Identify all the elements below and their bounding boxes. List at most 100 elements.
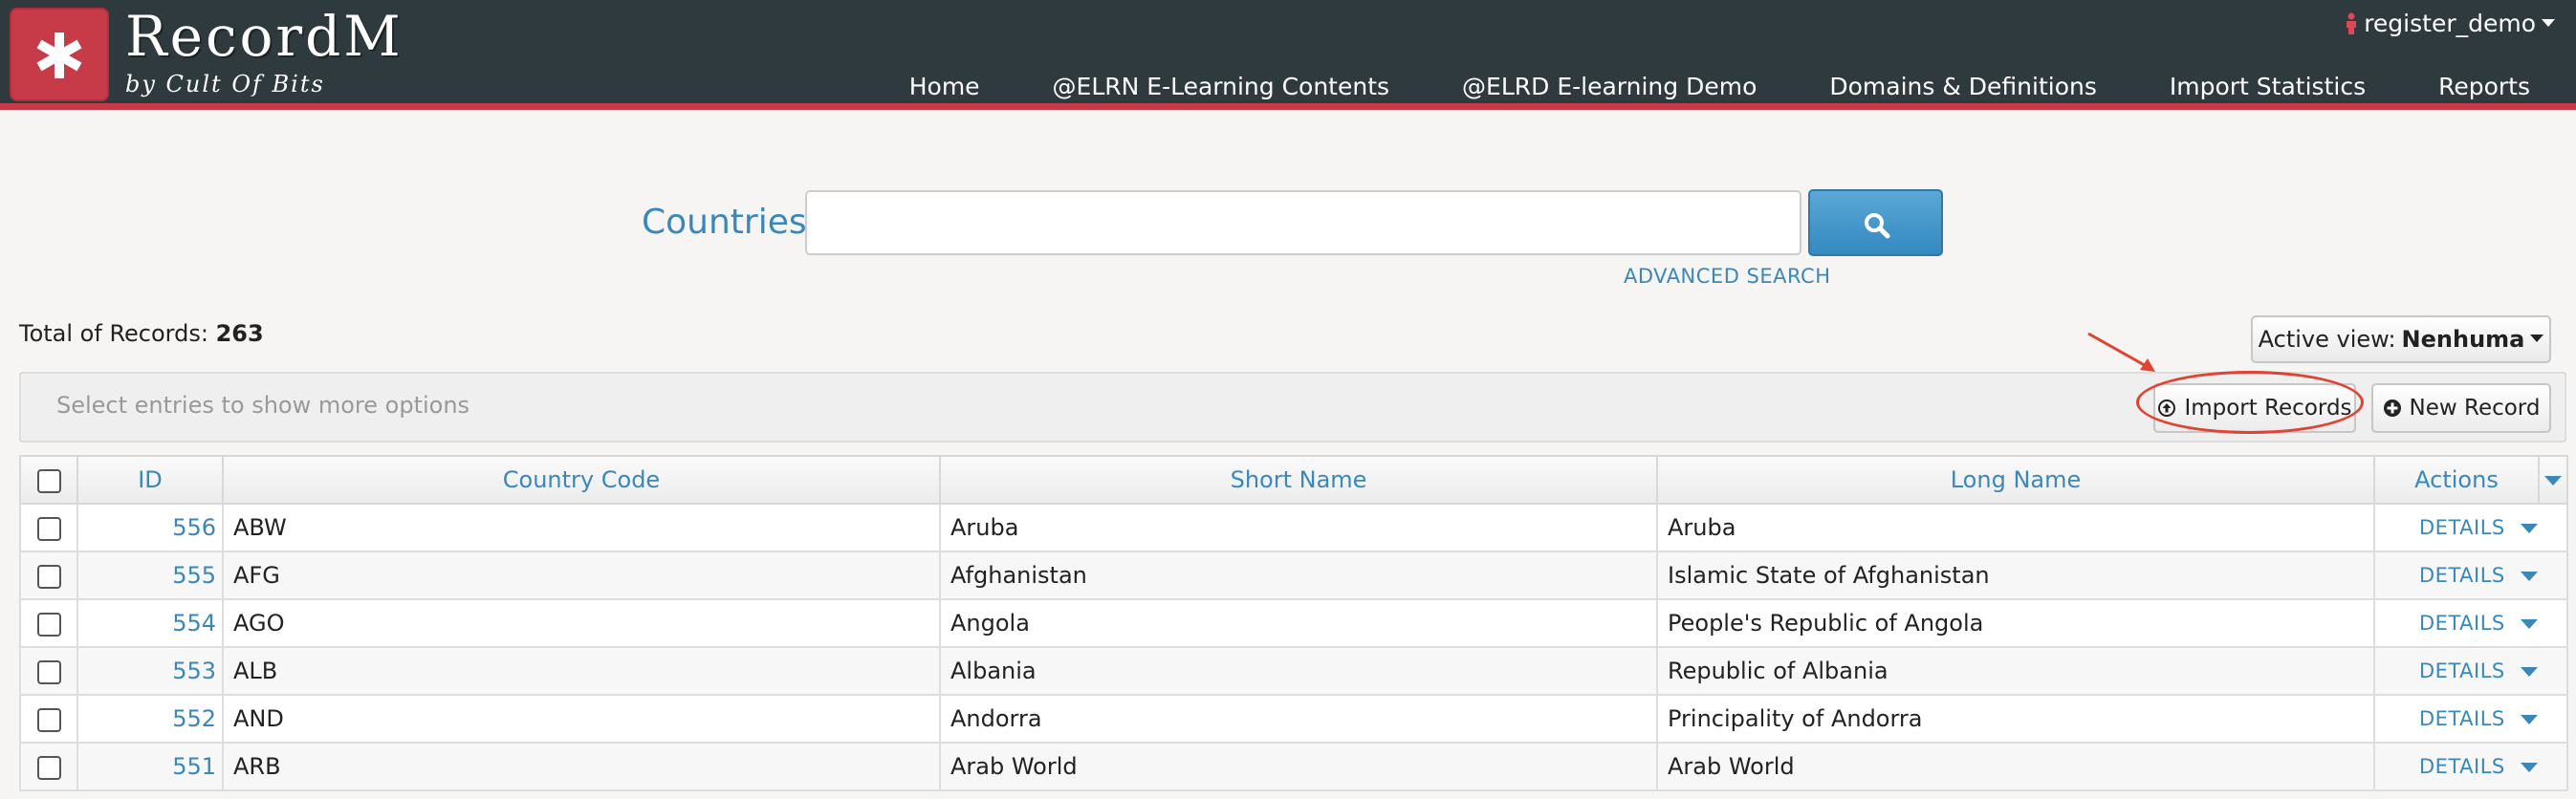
search-icon bbox=[1865, 213, 1890, 239]
nav-elrd[interactable]: @ELRD E-learning Demo bbox=[1426, 73, 1793, 100]
total-records-count: 263 bbox=[215, 320, 264, 347]
nav-domains[interactable]: Domains & Definitions bbox=[1793, 73, 2133, 100]
circle-plus-icon bbox=[2383, 400, 2401, 417]
row-checkbox[interactable] bbox=[36, 564, 61, 589]
column-header-short-name[interactable]: Short Name bbox=[939, 455, 1658, 505]
row-select-cell bbox=[19, 694, 78, 744]
row-checkbox[interactable] bbox=[36, 612, 61, 637]
asterisk-icon bbox=[36, 32, 82, 78]
brand-name[interactable]: RecordM bbox=[125, 4, 404, 69]
cell-short-name: Afghanistan bbox=[939, 551, 1658, 600]
advanced-search-link[interactable]: ADVANCED SEARCH bbox=[1624, 265, 1831, 288]
nav-home[interactable]: Home bbox=[873, 73, 1016, 100]
brand-subtitle: by Cult Of Bits bbox=[125, 71, 325, 97]
column-header-id[interactable]: ID bbox=[76, 455, 224, 505]
caret-down-icon bbox=[2542, 18, 2555, 27]
person-icon bbox=[2347, 12, 2357, 34]
table-row: 556 ABW Aruba Aruba DETAILS bbox=[19, 503, 2568, 552]
caret-down-icon[interactable] bbox=[2520, 619, 2538, 629]
cell-actions[interactable]: DETAILS bbox=[2373, 551, 2568, 600]
annotation-ellipse bbox=[2136, 371, 2364, 434]
caret-down-icon[interactable] bbox=[2520, 667, 2538, 677]
annotation-arrow bbox=[2087, 332, 2155, 372]
table-row: 553 ALB Albania Republic of Albania DETA… bbox=[19, 646, 2568, 696]
cell-country-code: AGO bbox=[222, 598, 941, 648]
details-link[interactable]: DETAILS bbox=[2419, 564, 2505, 587]
table-row: 554 AGO Angola People's Republic of Ango… bbox=[19, 598, 2568, 648]
total-records: Total of Records: 263 bbox=[19, 320, 264, 347]
search-button[interactable] bbox=[1808, 189, 1943, 256]
caret-down-icon[interactable] bbox=[2520, 715, 2538, 724]
cell-id[interactable]: 552 bbox=[76, 694, 224, 744]
cell-long-name: Republic of Albania bbox=[1656, 646, 2375, 696]
main-nav: Home @ELRN E-Learning Contents @ELRD E-l… bbox=[873, 73, 2576, 100]
caret-down-icon[interactable] bbox=[2520, 524, 2538, 533]
details-link[interactable]: DETAILS bbox=[2419, 707, 2505, 730]
details-link[interactable]: DETAILS bbox=[2419, 516, 2505, 539]
row-checkbox[interactable] bbox=[36, 659, 61, 684]
cell-long-name: Islamic State of Afghanistan bbox=[1656, 551, 2375, 600]
cell-id[interactable]: 553 bbox=[76, 646, 224, 696]
cell-id[interactable]: 555 bbox=[76, 551, 224, 600]
table-row: 555 AFG Afghanistan Islamic State of Afg… bbox=[19, 551, 2568, 600]
cell-actions[interactable]: DETAILS bbox=[2373, 742, 2568, 791]
cell-actions[interactable]: DETAILS bbox=[2373, 503, 2568, 552]
cell-country-code: ALB bbox=[222, 646, 941, 696]
options-hint: Select entries to show more options bbox=[56, 392, 470, 419]
cell-long-name: People's Republic of Angola bbox=[1656, 598, 2375, 648]
table-row: 552 AND Andorra Principality of Andorra … bbox=[19, 694, 2568, 744]
row-checkbox[interactable] bbox=[36, 707, 61, 732]
cell-id[interactable]: 551 bbox=[76, 742, 224, 791]
new-record-button[interactable]: New Record bbox=[2371, 383, 2551, 433]
details-link[interactable]: DETAILS bbox=[2419, 659, 2505, 682]
cell-country-code: AFG bbox=[222, 551, 941, 600]
row-select-cell bbox=[19, 742, 78, 791]
cell-actions[interactable]: DETAILS bbox=[2373, 598, 2568, 648]
row-checkbox[interactable] bbox=[36, 755, 61, 780]
user-menu[interactable]: register_demo bbox=[2345, 10, 2555, 37]
search-input[interactable] bbox=[805, 190, 1801, 255]
details-link[interactable]: DETAILS bbox=[2419, 612, 2505, 635]
details-link[interactable]: DETAILS bbox=[2419, 755, 2505, 778]
cell-country-code: ARB bbox=[222, 742, 941, 791]
column-header-country-code[interactable]: Country Code bbox=[222, 455, 941, 505]
app-logo[interactable] bbox=[10, 8, 109, 101]
caret-down-icon[interactable] bbox=[2520, 763, 2538, 772]
active-view-dropdown[interactable]: Active view: Nenhuma bbox=[2251, 315, 2551, 363]
cell-short-name: Arab World bbox=[939, 742, 1658, 791]
definition-title[interactable]: Countries bbox=[642, 203, 807, 242]
column-header-long-name[interactable]: Long Name bbox=[1656, 455, 2375, 505]
row-checkbox[interactable] bbox=[36, 516, 61, 541]
row-select-cell bbox=[19, 503, 78, 552]
cell-short-name: Aruba bbox=[939, 503, 1658, 552]
active-view-value: Nenhuma bbox=[2401, 326, 2525, 353]
cell-actions[interactable]: DETAILS bbox=[2373, 694, 2568, 744]
user-name: register_demo bbox=[2364, 10, 2536, 37]
select-all-checkbox[interactable] bbox=[36, 468, 61, 493]
nav-import-statistics[interactable]: Import Statistics bbox=[2133, 73, 2402, 100]
caret-down-icon bbox=[2530, 335, 2544, 342]
records-table: ID Country Code Short Name Long Name Act… bbox=[19, 455, 2568, 791]
cell-id[interactable]: 554 bbox=[76, 598, 224, 648]
row-select-cell bbox=[19, 646, 78, 696]
table-row: 551 ARB Arab World Arab World DETAILS bbox=[19, 742, 2568, 791]
select-all-header bbox=[19, 455, 78, 505]
column-header-actions: Actions bbox=[2373, 455, 2540, 505]
caret-down-icon bbox=[2544, 476, 2562, 486]
table-header-row: ID Country Code Short Name Long Name Act… bbox=[19, 455, 2568, 505]
cell-short-name: Albania bbox=[939, 646, 1658, 696]
cell-short-name: Angola bbox=[939, 598, 1658, 648]
cell-country-code: AND bbox=[222, 694, 941, 744]
cell-actions[interactable]: DETAILS bbox=[2373, 646, 2568, 696]
top-navbar: RecordM by Cult Of Bits register_demo Ho… bbox=[0, 0, 2576, 110]
caret-down-icon[interactable] bbox=[2520, 572, 2538, 581]
active-view-label: Active view: bbox=[2258, 326, 2396, 353]
cell-long-name: Arab World bbox=[1656, 742, 2375, 791]
column-menu-button[interactable] bbox=[2538, 455, 2568, 505]
cell-long-name: Principality of Andorra bbox=[1656, 694, 2375, 744]
row-select-cell bbox=[19, 598, 78, 648]
cell-short-name: Andorra bbox=[939, 694, 1658, 744]
cell-id[interactable]: 556 bbox=[76, 503, 224, 552]
nav-elrn[interactable]: @ELRN E-Learning Contents bbox=[1016, 73, 1427, 100]
nav-reports[interactable]: Reports bbox=[2402, 73, 2576, 100]
